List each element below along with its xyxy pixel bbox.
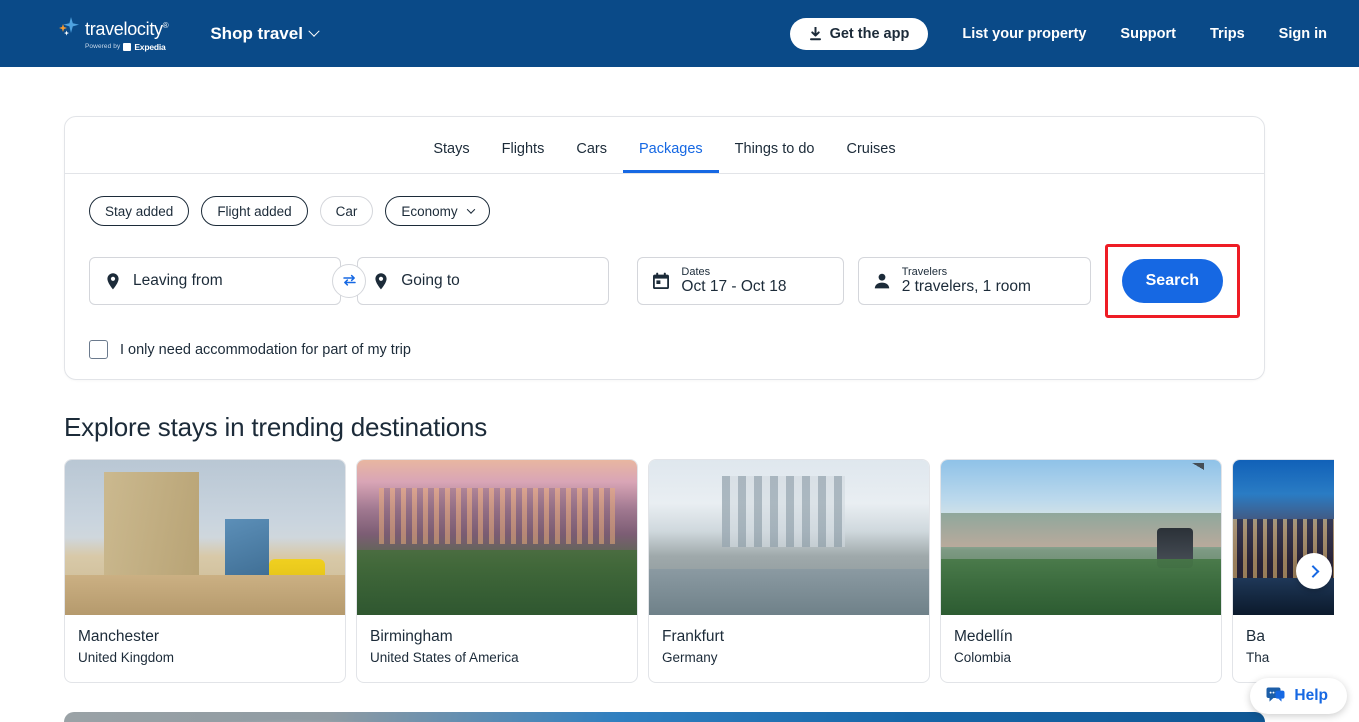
image-detail <box>224 518 270 581</box>
travelers-field[interactable]: Travelers 2 travelers, 1 room <box>857 257 1091 305</box>
chevron-right-icon <box>1306 564 1319 578</box>
destination-image <box>649 460 929 615</box>
shop-travel-menu[interactable]: Shop travel <box>210 23 320 44</box>
destination-city: Frankfurt <box>662 628 725 645</box>
calendar-icon <box>652 272 670 291</box>
location-pin-icon <box>372 272 390 291</box>
nav-trips[interactable]: Trips <box>1210 26 1245 42</box>
partial-accommodation-checkbox[interactable] <box>89 340 108 359</box>
destination-country: United States of America <box>370 650 519 665</box>
shop-travel-label: Shop travel <box>210 23 303 43</box>
destination-country: United Kingdom <box>78 650 175 665</box>
chevron-down-icon <box>308 25 320 37</box>
banner-cloud <box>112 718 473 722</box>
dates-field[interactable]: Dates Oct 17 - Oct 18 <box>637 257 844 305</box>
help-button[interactable]: Help <box>1250 678 1347 714</box>
help-label: Help <box>1294 687 1328 704</box>
chip-flight-added[interactable]: Flight added <box>201 196 308 226</box>
search-form: Stay added Flight added Car Economy Leav… <box>65 174 1264 379</box>
destination-city: Manchester <box>78 628 159 645</box>
search-button[interactable]: Search <box>1121 259 1223 303</box>
nav-list-your-property[interactable]: List your property <box>962 26 1086 42</box>
promo-banner[interactable] <box>64 712 1265 722</box>
image-detail <box>269 559 326 606</box>
travelers-value: 2 travelers, 1 room <box>901 278 1031 296</box>
chevron-down-icon <box>466 205 475 214</box>
chip-car-label: Car <box>335 203 358 219</box>
travelocity-logo[interactable]: travelocity® Powered by Expedia <box>57 16 169 52</box>
chip-cabin-class[interactable]: Economy <box>385 196 490 226</box>
tab-packages[interactable]: Packages <box>622 127 719 173</box>
tab-cars[interactable]: Cars <box>560 127 623 173</box>
travelers-label: Travelers <box>901 265 948 278</box>
brand-trademark: ® <box>162 21 169 30</box>
expedia-mark-icon <box>123 42 132 51</box>
download-icon <box>809 26 822 41</box>
swap-arrows-icon <box>342 273 357 290</box>
header-nav: Get the app List your property Support T… <box>789 17 1327 50</box>
destination-image <box>1233 460 1334 615</box>
tab-stays[interactable]: Stays <box>417 127 485 173</box>
carousel-next-button[interactable] <box>1296 553 1332 589</box>
nav-support[interactable]: Support <box>1120 26 1176 42</box>
partial-accommodation-row: I only need accommodation for part of my… <box>89 340 1240 359</box>
expedia-label: Expedia <box>134 41 166 52</box>
going-to-field[interactable]: Going to <box>357 257 610 305</box>
page-content: Stays Flights Cars Packages Things to do… <box>0 116 1359 722</box>
destination-card[interactable]: Medellín Colombia <box>940 459 1222 683</box>
destination-city: Birmingham <box>370 628 453 645</box>
dates-value: Oct 17 - Oct 18 <box>681 278 787 296</box>
site-header: travelocity® Powered by Expedia Shop tra… <box>0 0 1359 67</box>
chip-cabin-class-label: Economy <box>401 203 458 219</box>
image-detail <box>1156 528 1193 569</box>
get-the-app-label: Get the app <box>829 25 910 42</box>
destination-city: Ba <box>1246 628 1265 645</box>
trending-destinations-carousel: Manchester United Kingdom Birmingham Uni… <box>64 459 1334 683</box>
leaving-from-field[interactable]: Leaving from <box>89 257 342 305</box>
chip-flight-added-label: Flight added <box>217 203 292 219</box>
chip-stay-added-label: Stay added <box>105 203 174 219</box>
person-icon <box>873 272 891 291</box>
destination-city: Medellín <box>954 628 1013 645</box>
tab-things-to-do[interactable]: Things to do <box>719 127 831 173</box>
tab-flights[interactable]: Flights <box>486 127 561 173</box>
destination-country: Colombia <box>954 650 1012 665</box>
tab-cruises[interactable]: Cruises <box>830 127 911 173</box>
chat-bubble-icon <box>1266 687 1285 706</box>
powered-by-label: Powered by <box>85 43 121 50</box>
page-title: Explore stays in trending destinations <box>64 412 488 442</box>
going-to-placeholder: Going to <box>401 272 460 289</box>
get-the-app-button[interactable]: Get the app <box>789 17 929 50</box>
location-pin-icon <box>104 272 122 291</box>
image-detail <box>649 588 929 615</box>
chip-car[interactable]: Car <box>319 196 374 226</box>
destination-card[interactable]: Manchester United Kingdom <box>64 459 346 683</box>
search-tabs: Stays Flights Cars Packages Things to do… <box>65 117 1264 174</box>
package-option-chips: Stay added Flight added Car Economy <box>89 196 1240 226</box>
search-card: Stays Flights Cars Packages Things to do… <box>64 116 1265 380</box>
destination-image <box>357 460 637 615</box>
search-button-highlight: Search <box>1104 244 1240 318</box>
nav-sign-in[interactable]: Sign in <box>1279 26 1327 42</box>
destination-image <box>65 460 345 615</box>
dates-label: Dates <box>681 265 711 278</box>
search-fields-row: Leaving from Going to Dates Oct 17 - Oct… <box>89 244 1240 318</box>
destination-card[interactable]: Birmingham United States of America <box>356 459 638 683</box>
destination-country: Tha <box>1246 650 1270 665</box>
brand-name: travelocity® <box>85 19 169 39</box>
chip-stay-added[interactable]: Stay added <box>89 196 190 226</box>
destination-country: Germany <box>662 650 718 665</box>
destination-card[interactable]: Frankfurt Germany <box>648 459 930 683</box>
partial-accommodation-label: I only need accommodation for part of my… <box>120 341 411 358</box>
destination-card-list: Manchester United Kingdom Birmingham Uni… <box>64 459 1334 683</box>
swap-origin-destination-button[interactable] <box>332 264 367 298</box>
travelocity-star-icon <box>57 16 83 40</box>
leaving-from-placeholder: Leaving from <box>133 272 223 289</box>
destination-image <box>941 460 1221 615</box>
